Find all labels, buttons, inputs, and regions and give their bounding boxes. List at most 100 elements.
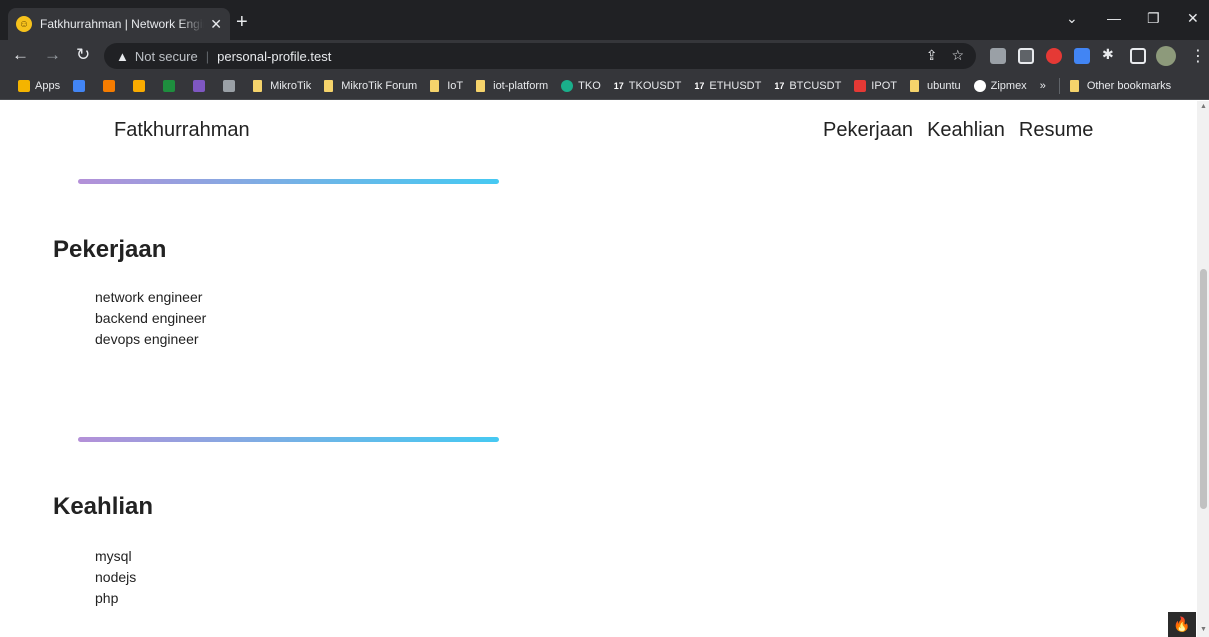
browser-toolbar: ← → ↻ ▲ Not secure | personal-profile.te… xyxy=(0,40,1209,72)
extension-2-icon[interactable] xyxy=(1018,48,1034,64)
bookmark-label: IoT xyxy=(447,79,464,92)
car-icon xyxy=(223,79,236,92)
folder-icon xyxy=(430,79,440,92)
menu-kebab-icon[interactable]: ⋮ xyxy=(1190,46,1206,66)
list-item: php xyxy=(95,590,119,606)
bookmark-item[interactable] xyxy=(133,79,150,92)
close-window-icon[interactable]: ✕ xyxy=(1187,10,1199,27)
tradingview-icon: 17 xyxy=(694,80,705,91)
bookmark-label: ubuntu xyxy=(926,79,961,92)
top-navigation: Pekerjaan Keahlian Resume xyxy=(823,119,1093,142)
ipot-icon xyxy=(854,79,867,92)
list-item: mysql xyxy=(95,548,132,564)
list-item: backend engineer xyxy=(95,310,207,326)
section-divider xyxy=(78,437,499,442)
reload-icon[interactable]: ↻ xyxy=(76,45,90,65)
bookmark-label: TKOUSDT xyxy=(628,79,682,92)
bookmarks-bar: Apps MikroTik MikroTik Forum IoT iot-platfor… xyxy=(0,72,1209,100)
bookmark-label: TKO xyxy=(578,79,601,92)
bookmark-item[interactable]: IoT xyxy=(430,79,464,92)
site-brand[interactable]: Fatkhurrahman xyxy=(114,119,250,142)
scroll-thumb[interactable] xyxy=(1200,269,1207,509)
bookmark-item[interactable] xyxy=(103,79,120,92)
bookmark-item[interactable] xyxy=(73,79,90,92)
apps-grid-icon xyxy=(18,79,30,92)
bookmark-item[interactable]: IPOT xyxy=(854,79,897,92)
folder-icon xyxy=(1069,79,1079,92)
keahlian-list: mysql nodejs php xyxy=(95,546,136,609)
bookmark-label: iot-platform xyxy=(493,79,549,92)
share-icon[interactable]: ⇪ xyxy=(926,47,938,64)
bookmark-item[interactable]: 17 TKOUSDT xyxy=(614,80,682,92)
bookmark-label: MikroTik xyxy=(270,79,312,92)
zipmex-icon xyxy=(973,79,986,92)
vertical-scrollbar[interactable]: ▲ ▼ xyxy=(1197,101,1209,637)
back-icon[interactable]: ← xyxy=(12,45,29,65)
page-content: Fatkhurrahman Pekerjaan Keahlian Resume … xyxy=(0,101,1197,637)
section-title-pekerjaan: Pekerjaan xyxy=(53,236,167,263)
extension-1-icon[interactable] xyxy=(990,48,1006,64)
bookmark-label: BTCUSDT xyxy=(789,79,842,92)
nav-link-resume[interactable]: Resume xyxy=(1019,119,1093,142)
address-separator: | xyxy=(205,48,210,64)
list-item: devops engineer xyxy=(95,331,199,347)
pekerjaan-list: network engineer backend engineer devops… xyxy=(95,287,206,350)
folder-icon xyxy=(476,79,486,92)
folder-icon xyxy=(253,79,263,92)
more-bookmarks-button[interactable]: » xyxy=(1040,80,1046,92)
bookmark-item[interactable]: TKO xyxy=(561,79,601,92)
translate-icon[interactable] xyxy=(1074,48,1090,64)
list-item: nodejs xyxy=(95,569,137,585)
side-panel-icon[interactable] xyxy=(1130,48,1146,64)
bookmark-label: Other bookmarks xyxy=(1086,79,1172,92)
analytics-icon xyxy=(133,79,146,92)
tko-icon xyxy=(561,79,574,92)
section-divider xyxy=(78,179,499,184)
url-text: personal-profile.test xyxy=(217,48,332,64)
bookmark-item[interactable] xyxy=(193,79,210,92)
profile-avatar[interactable] xyxy=(1156,46,1176,66)
forward-icon[interactable]: → xyxy=(44,45,61,65)
other-bookmarks-folder[interactable]: Other bookmarks xyxy=(1069,79,1172,92)
tradingview-icon: 17 xyxy=(613,80,624,91)
not-secure-label: Not secure xyxy=(134,48,198,64)
bookmark-item[interactable]: MikroTik Forum xyxy=(324,79,417,92)
scroll-down-icon[interactable]: ▼ xyxy=(1200,626,1207,633)
browser-titlebar: ☺ Fatkhurrahman | Network Engineer ✕ + ⌄… xyxy=(0,0,1209,40)
bookmark-item[interactable]: iot-platform xyxy=(476,79,549,92)
blogger-icon xyxy=(103,79,116,92)
tab-close-icon[interactable]: ✕ xyxy=(210,16,222,33)
bookmarks-separator xyxy=(1058,77,1060,94)
extensions-puzzle-icon[interactable]: ✱ xyxy=(1102,46,1118,62)
nav-link-keahlian[interactable]: Keahlian xyxy=(927,119,1005,142)
bookmark-item[interactable]: Zipmex xyxy=(973,79,1027,92)
bookmark-item[interactable]: ubuntu xyxy=(909,79,961,92)
folder-icon xyxy=(324,79,334,92)
tradingview-icon: 17 xyxy=(774,80,785,91)
warning-icon: ▲ xyxy=(116,48,129,64)
b-icon xyxy=(193,79,206,92)
bookmark-item[interactable]: Apps xyxy=(18,79,61,92)
bookmark-label: Zipmex xyxy=(990,79,1027,92)
docs-icon xyxy=(73,79,86,92)
bookmark-star-icon[interactable]: ☆ xyxy=(951,47,964,64)
adblock-icon[interactable] xyxy=(1046,48,1062,64)
section-title-keahlian: Keahlian xyxy=(53,493,154,520)
address-bar[interactable]: ▲ Not secure | personal-profile.test ⇪ ☆ xyxy=(104,43,976,69)
bookmark-item[interactable]: 17 ETHUSDT xyxy=(694,80,761,92)
bookmark-item[interactable]: 17 BTCUSDT xyxy=(774,80,841,92)
flame-badge-icon[interactable]: 🔥 xyxy=(1168,612,1196,637)
scroll-up-icon[interactable]: ▲ xyxy=(1200,103,1207,110)
folder-icon xyxy=(909,79,919,92)
browser-tab[interactable]: ☺ Fatkhurrahman | Network Engineer ✕ xyxy=(8,8,230,40)
minimize-icon[interactable]: — xyxy=(1107,10,1121,26)
nav-link-pekerjaan[interactable]: Pekerjaan xyxy=(823,119,913,142)
tab-search-icon[interactable]: ⌄ xyxy=(1066,10,1078,27)
new-tab-button[interactable]: + xyxy=(236,12,248,32)
tab-title: Fatkhurrahman | Network Engineer xyxy=(40,17,204,31)
bookmark-item[interactable] xyxy=(223,79,240,92)
bookmark-item[interactable] xyxy=(163,79,180,92)
bookmark-item[interactable]: MikroTik xyxy=(253,79,312,92)
bookmark-label: Apps xyxy=(35,79,61,92)
restore-icon[interactable]: ❐ xyxy=(1147,10,1160,27)
